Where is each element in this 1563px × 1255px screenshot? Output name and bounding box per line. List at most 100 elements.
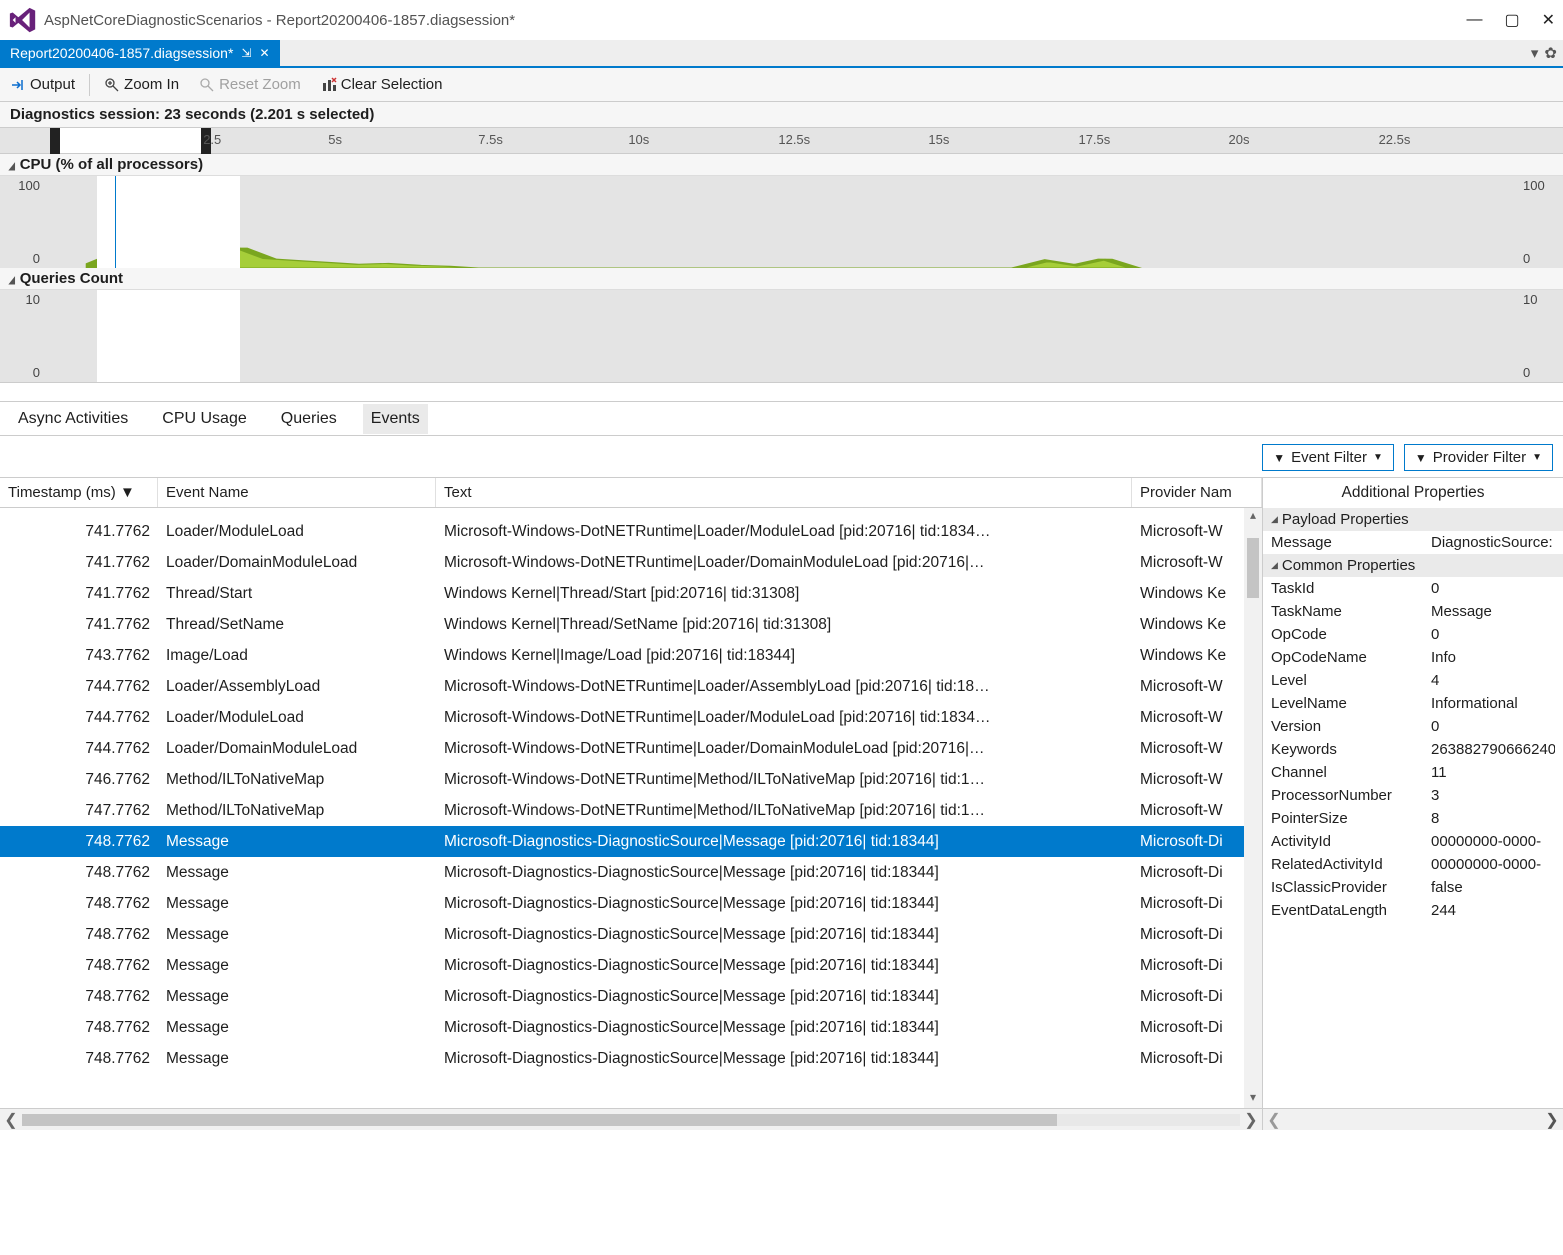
main-grid: Timestamp (ms) ▼ Event Name Text Provide…	[0, 478, 1563, 1130]
table-row[interactable]	[0, 508, 1262, 516]
maximize-button[interactable]: ▢	[1504, 10, 1519, 30]
dropdown-icon: ▼	[1373, 452, 1383, 463]
timeline-ruler[interactable]: 2.55s7.5s10s12.5s15s17.5s20s22.5s	[0, 128, 1563, 154]
tab-async-activities[interactable]: Async Activities	[10, 404, 136, 434]
gear-icon[interactable]: ✿	[1544, 44, 1557, 62]
output-button[interactable]: Output	[2, 73, 83, 96]
property-value: 8	[1431, 810, 1555, 827]
clear-selection-label: Clear Selection	[341, 76, 443, 93]
tab-overflow-icon[interactable]: ▾	[1531, 44, 1539, 62]
property-value: 00000000-0000-	[1431, 856, 1555, 873]
table-row[interactable]: 741.7762Loader/DomainModuleLoadMicrosoft…	[0, 547, 1262, 578]
payload-group-header[interactable]: Payload Properties	[1263, 508, 1563, 531]
property-value: 11	[1431, 764, 1555, 781]
export-icon	[10, 77, 26, 93]
table-row[interactable]: 741.7762Thread/StartWindows Kernel|Threa…	[0, 578, 1262, 609]
property-key: PointerSize	[1271, 810, 1431, 827]
event-filter-button[interactable]: ▼Event Filter▼	[1262, 444, 1394, 471]
timeline-handle[interactable]	[50, 128, 60, 154]
cell-provider: Microsoft-W	[1132, 802, 1262, 820]
props-scrollbar[interactable]: ❮ ❯	[1263, 1108, 1563, 1130]
clear-selection-button[interactable]: Clear Selection	[313, 73, 451, 96]
close-tab-icon[interactable]: ✕	[259, 46, 269, 60]
view-tabs: Async Activities CPU Usage Queries Events	[0, 402, 1563, 436]
table-row[interactable]: 748.7762MessageMicrosoft-Diagnostics-Dia…	[0, 1012, 1262, 1043]
col-timestamp[interactable]: Timestamp (ms) ▼	[0, 478, 158, 507]
property-row: PointerSize8	[1263, 807, 1563, 830]
cpu-axis-hi: 100	[18, 178, 40, 193]
property-key: ProcessorNumber	[1271, 787, 1431, 804]
cpu-chart[interactable]: 1000 1000	[0, 176, 1563, 268]
table-row[interactable]: 744.7762Loader/DomainModuleLoadMicrosoft…	[0, 733, 1262, 764]
col-provider[interactable]: Provider Nam	[1132, 478, 1262, 507]
cell-timestamp: 741.7762	[0, 585, 158, 603]
timeline-tick: 2.5	[203, 132, 221, 147]
property-value: 263882790666240	[1431, 741, 1555, 758]
common-group-header[interactable]: Common Properties	[1263, 554, 1563, 577]
table-row[interactable]: 741.7762Loader/ModuleLoadMicrosoft-Windo…	[0, 516, 1262, 547]
col-event-name[interactable]: Event Name	[158, 478, 436, 507]
cell-provider: Microsoft-Di	[1132, 833, 1262, 851]
zoom-in-icon	[104, 77, 120, 93]
tab-events[interactable]: Events	[363, 404, 428, 434]
scroll-left-icon[interactable]: ❮	[0, 1110, 22, 1130]
property-value: 4	[1431, 672, 1555, 689]
table-row[interactable]: 748.7762MessageMicrosoft-Diagnostics-Dia…	[0, 826, 1262, 857]
scroll-down-icon[interactable]: ▾	[1250, 1090, 1256, 1108]
cpu-panel-header[interactable]: CPU (% of all processors)	[0, 154, 1563, 176]
table-row[interactable]: 741.7762Thread/SetNameWindows Kernel|Thr…	[0, 609, 1262, 640]
separator	[89, 74, 90, 96]
cell-event-name: Loader/DomainModuleLoad	[158, 740, 436, 758]
cell-provider: Windows Ke	[1132, 585, 1262, 603]
scroll-thumb[interactable]	[22, 1114, 1057, 1126]
cell-event-name: Loader/ModuleLoad	[158, 709, 436, 727]
cell-text: Microsoft-Windows-DotNETRuntime|Loader/M…	[436, 523, 1132, 541]
title-bar: AspNetCoreDiagnosticScenarios - Report20…	[0, 0, 1563, 40]
table-row[interactable]: 744.7762Loader/ModuleLoadMicrosoft-Windo…	[0, 702, 1262, 733]
queries-chart[interactable]: 100 100	[0, 290, 1563, 382]
table-body[interactable]: 741.7762 Loader/ModuleLoad Microsoft-Windo…	[0, 508, 1262, 1108]
table-row[interactable]: 748.7762MessageMicrosoft-Diagnostics-Dia…	[0, 1043, 1262, 1074]
cell-event-name: Message	[158, 988, 436, 1006]
cell-provider: Microsoft-W	[1132, 523, 1262, 541]
vertical-scrollbar[interactable]: ▴▾	[1244, 508, 1262, 1108]
minimize-button[interactable]: —	[1466, 11, 1482, 29]
table-row[interactable]: 744.7762Loader/AssemblyLoadMicrosoft-Win…	[0, 671, 1262, 702]
timeline-selection[interactable]	[55, 128, 207, 153]
property-key: ActivityId	[1271, 833, 1431, 850]
zoom-in-button[interactable]: Zoom In	[96, 73, 187, 96]
table-row[interactable]: 743.7762Image/LoadWindows Kernel|Image/L…	[0, 640, 1262, 671]
col-text[interactable]: Text	[436, 478, 1132, 507]
cell-event-name: Message	[158, 1050, 436, 1068]
property-value: 00000000-0000-	[1431, 833, 1555, 850]
tab-cpu-usage[interactable]: CPU Usage	[154, 404, 254, 434]
pin-icon[interactable]: ⇲	[241, 46, 251, 60]
scroll-thumb[interactable]	[1247, 538, 1259, 598]
property-row: OpCode0	[1263, 623, 1563, 646]
property-row: ActivityId00000000-0000-	[1263, 830, 1563, 853]
queries-panel-header[interactable]: Queries Count	[0, 268, 1563, 290]
tab-queries[interactable]: Queries	[273, 404, 345, 434]
table-row[interactable]: 748.7762MessageMicrosoft-Diagnostics-Dia…	[0, 950, 1262, 981]
table-row[interactable]: 748.7762MessageMicrosoft-Diagnostics-Dia…	[0, 888, 1262, 919]
provider-filter-button[interactable]: ▼Provider Filter▼	[1404, 444, 1553, 471]
scroll-right-icon[interactable]: ❯	[1541, 1110, 1563, 1130]
scroll-up-icon[interactable]: ▴	[1250, 508, 1256, 526]
table-row[interactable]: 748.7762MessageMicrosoft-Diagnostics-Dia…	[0, 981, 1262, 1012]
table-row[interactable]: 748.7762MessageMicrosoft-Diagnostics-Dia…	[0, 919, 1262, 950]
close-button[interactable]: ✕	[1542, 10, 1555, 30]
scroll-right-icon[interactable]: ❯	[1240, 1110, 1262, 1130]
table-row[interactable]: 746.7762Method/ILToNativeMapMicrosoft-Wi…	[0, 764, 1262, 795]
cell-text: Microsoft-Windows-DotNETRuntime|Method/I…	[436, 771, 1132, 789]
table-row[interactable]: 747.7762Method/ILToNativeMapMicrosoft-Wi…	[0, 795, 1262, 826]
session-info: Diagnostics session: 23 seconds (2.201 s…	[0, 102, 1563, 128]
cell-provider: Microsoft-Di	[1132, 864, 1262, 882]
properties-title: Additional Properties	[1263, 478, 1563, 508]
table-row[interactable]: 748.7762MessageMicrosoft-Diagnostics-Dia…	[0, 857, 1262, 888]
horizontal-scrollbar[interactable]: ❮ ❯	[0, 1108, 1262, 1130]
document-tab[interactable]: Report20200406-1857.diagsession* ⇲ ✕	[0, 40, 280, 66]
property-key: TaskId	[1271, 580, 1431, 597]
cell-text: Microsoft-Windows-DotNETRuntime|Loader/D…	[436, 554, 1132, 572]
cell-timestamp: 741.7762	[0, 554, 158, 572]
cpu-panel-title: CPU (% of all processors)	[20, 156, 203, 173]
